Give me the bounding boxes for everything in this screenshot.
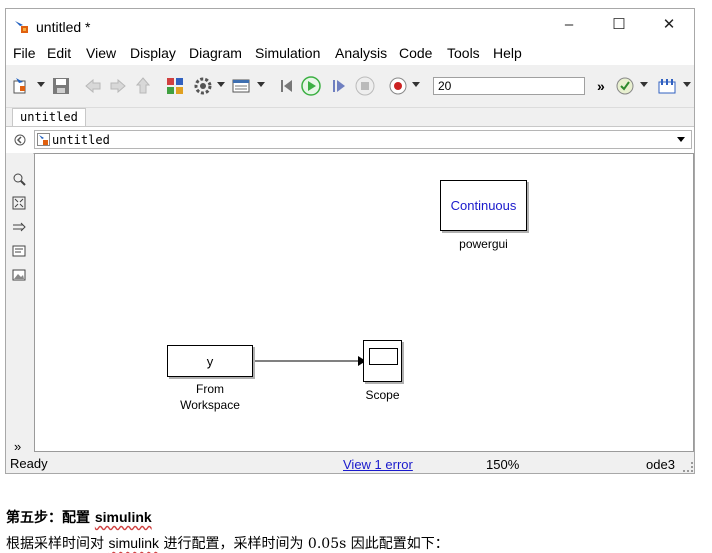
from-workspace-label: From Workspace xyxy=(167,381,253,413)
status-text: Ready xyxy=(10,456,48,471)
menu-help[interactable]: Help xyxy=(493,45,522,61)
build-dropdown-icon[interactable] xyxy=(683,82,691,87)
palette-expand-icon[interactable]: » xyxy=(14,439,21,454)
close-button[interactable]: ✕ xyxy=(646,13,692,37)
model-explorer-icon[interactable] xyxy=(230,75,252,97)
menu-view[interactable]: View xyxy=(86,45,116,61)
menu-display[interactable]: Display xyxy=(130,45,176,61)
scope-screen-icon xyxy=(369,348,398,365)
menu-code[interactable]: Code xyxy=(399,45,432,61)
menu-tools[interactable]: Tools xyxy=(447,45,480,61)
fit-to-view-icon[interactable] xyxy=(12,196,26,210)
note-heading-keyword: simulink xyxy=(94,509,152,525)
zoom-icon[interactable] xyxy=(12,172,26,186)
powergui-label: powergui xyxy=(459,237,508,251)
signal-lines xyxy=(253,356,366,366)
note-body-keyword: simulink xyxy=(108,535,160,551)
menu-analysis[interactable]: Analysis xyxy=(335,45,387,61)
note-body-suffix: 进行配置，采样时间为 0.05s 因此配置如下： xyxy=(159,536,449,552)
address-bar: untitled xyxy=(6,126,694,154)
model-icon xyxy=(37,133,50,146)
scope-block[interactable] xyxy=(363,340,402,382)
resize-grip-icon[interactable] xyxy=(683,462,693,472)
from-workspace-variable: y xyxy=(206,354,214,369)
new-model-icon[interactable] xyxy=(11,75,33,97)
model-path-text: untitled xyxy=(52,133,110,147)
model-advisor-icon[interactable] xyxy=(614,75,636,97)
note-body-prefix: 根据采样时间对 xyxy=(6,536,109,552)
new-model-dropdown-icon[interactable] xyxy=(37,82,45,87)
solver-name[interactable]: ode3 xyxy=(646,457,675,472)
note-body: 根据采样时间对 simulink 进行配置，采样时间为 0.05s 因此配置如下… xyxy=(6,533,449,553)
powergui-block[interactable]: Continuous xyxy=(440,180,527,231)
menu-diagram[interactable]: Diagram xyxy=(189,45,242,61)
status-bar: Ready View 1 error 150% ode3 xyxy=(6,453,694,473)
toolbar: » xyxy=(6,67,694,108)
simulink-app-icon xyxy=(14,18,30,34)
step-forward-icon[interactable] xyxy=(328,75,350,97)
note-heading-prefix: 第五步：配置 xyxy=(6,510,95,526)
from-workspace-block[interactable]: y xyxy=(167,345,253,377)
run-icon[interactable] xyxy=(300,75,322,97)
model-settings-dropdown-icon[interactable] xyxy=(217,82,225,87)
annotation-icon[interactable] xyxy=(12,244,26,258)
model-settings-icon[interactable] xyxy=(192,75,214,97)
maximize-button[interactable]: ☐ xyxy=(596,13,642,37)
menu-simulation[interactable]: Simulation xyxy=(255,45,320,61)
model-advisor-dropdown-icon[interactable] xyxy=(640,82,648,87)
from-workspace-label-line2: Workspace xyxy=(180,398,240,412)
back-icon[interactable] xyxy=(82,75,104,97)
simulink-window: untitled * – ☐ ✕ File Edit View Display … xyxy=(5,8,695,474)
model-path-box[interactable]: untitled xyxy=(34,130,692,149)
tab-untitled[interactable]: untitled xyxy=(12,108,86,127)
record-icon[interactable] xyxy=(387,75,409,97)
stop-time-input[interactable] xyxy=(433,77,585,95)
title-bar[interactable]: untitled * – ☐ ✕ xyxy=(6,9,694,41)
toolbar-overflow-button[interactable]: » xyxy=(597,78,605,94)
model-explorer-dropdown-icon[interactable] xyxy=(257,82,265,87)
up-icon[interactable] xyxy=(132,75,154,97)
error-link[interactable]: View 1 error xyxy=(343,457,413,472)
minimize-button[interactable]: – xyxy=(546,13,592,37)
scope-label: Scope xyxy=(365,388,400,402)
step-back-icon[interactable] xyxy=(276,75,298,97)
tab-strip: untitled xyxy=(6,108,694,127)
save-icon[interactable] xyxy=(50,75,72,97)
from-workspace-label-line1: From xyxy=(196,382,224,396)
build-icon[interactable] xyxy=(656,75,678,97)
image-icon[interactable] xyxy=(12,268,26,282)
note-heading: 第五步：配置 simulink xyxy=(6,507,152,527)
forward-icon[interactable] xyxy=(107,75,129,97)
library-browser-icon[interactable] xyxy=(164,75,186,97)
tool-palette: » xyxy=(6,153,33,454)
zoom-level: 150% xyxy=(486,457,520,472)
powergui-mode-text: Continuous xyxy=(450,198,517,213)
menu-file[interactable]: File xyxy=(13,45,36,61)
arrange-icon[interactable] xyxy=(12,220,26,234)
window-title: untitled * xyxy=(36,19,91,35)
menu-bar: File Edit View Display Diagram Simulatio… xyxy=(6,41,694,65)
menu-edit[interactable]: Edit xyxy=(47,45,71,61)
stop-icon[interactable] xyxy=(354,75,376,97)
hide-browser-icon[interactable] xyxy=(13,133,27,147)
model-canvas[interactable]: Continuous powergui y From Workspace Sco… xyxy=(34,153,694,452)
path-dropdown-icon[interactable] xyxy=(677,137,685,142)
record-dropdown-icon[interactable] xyxy=(412,82,420,87)
